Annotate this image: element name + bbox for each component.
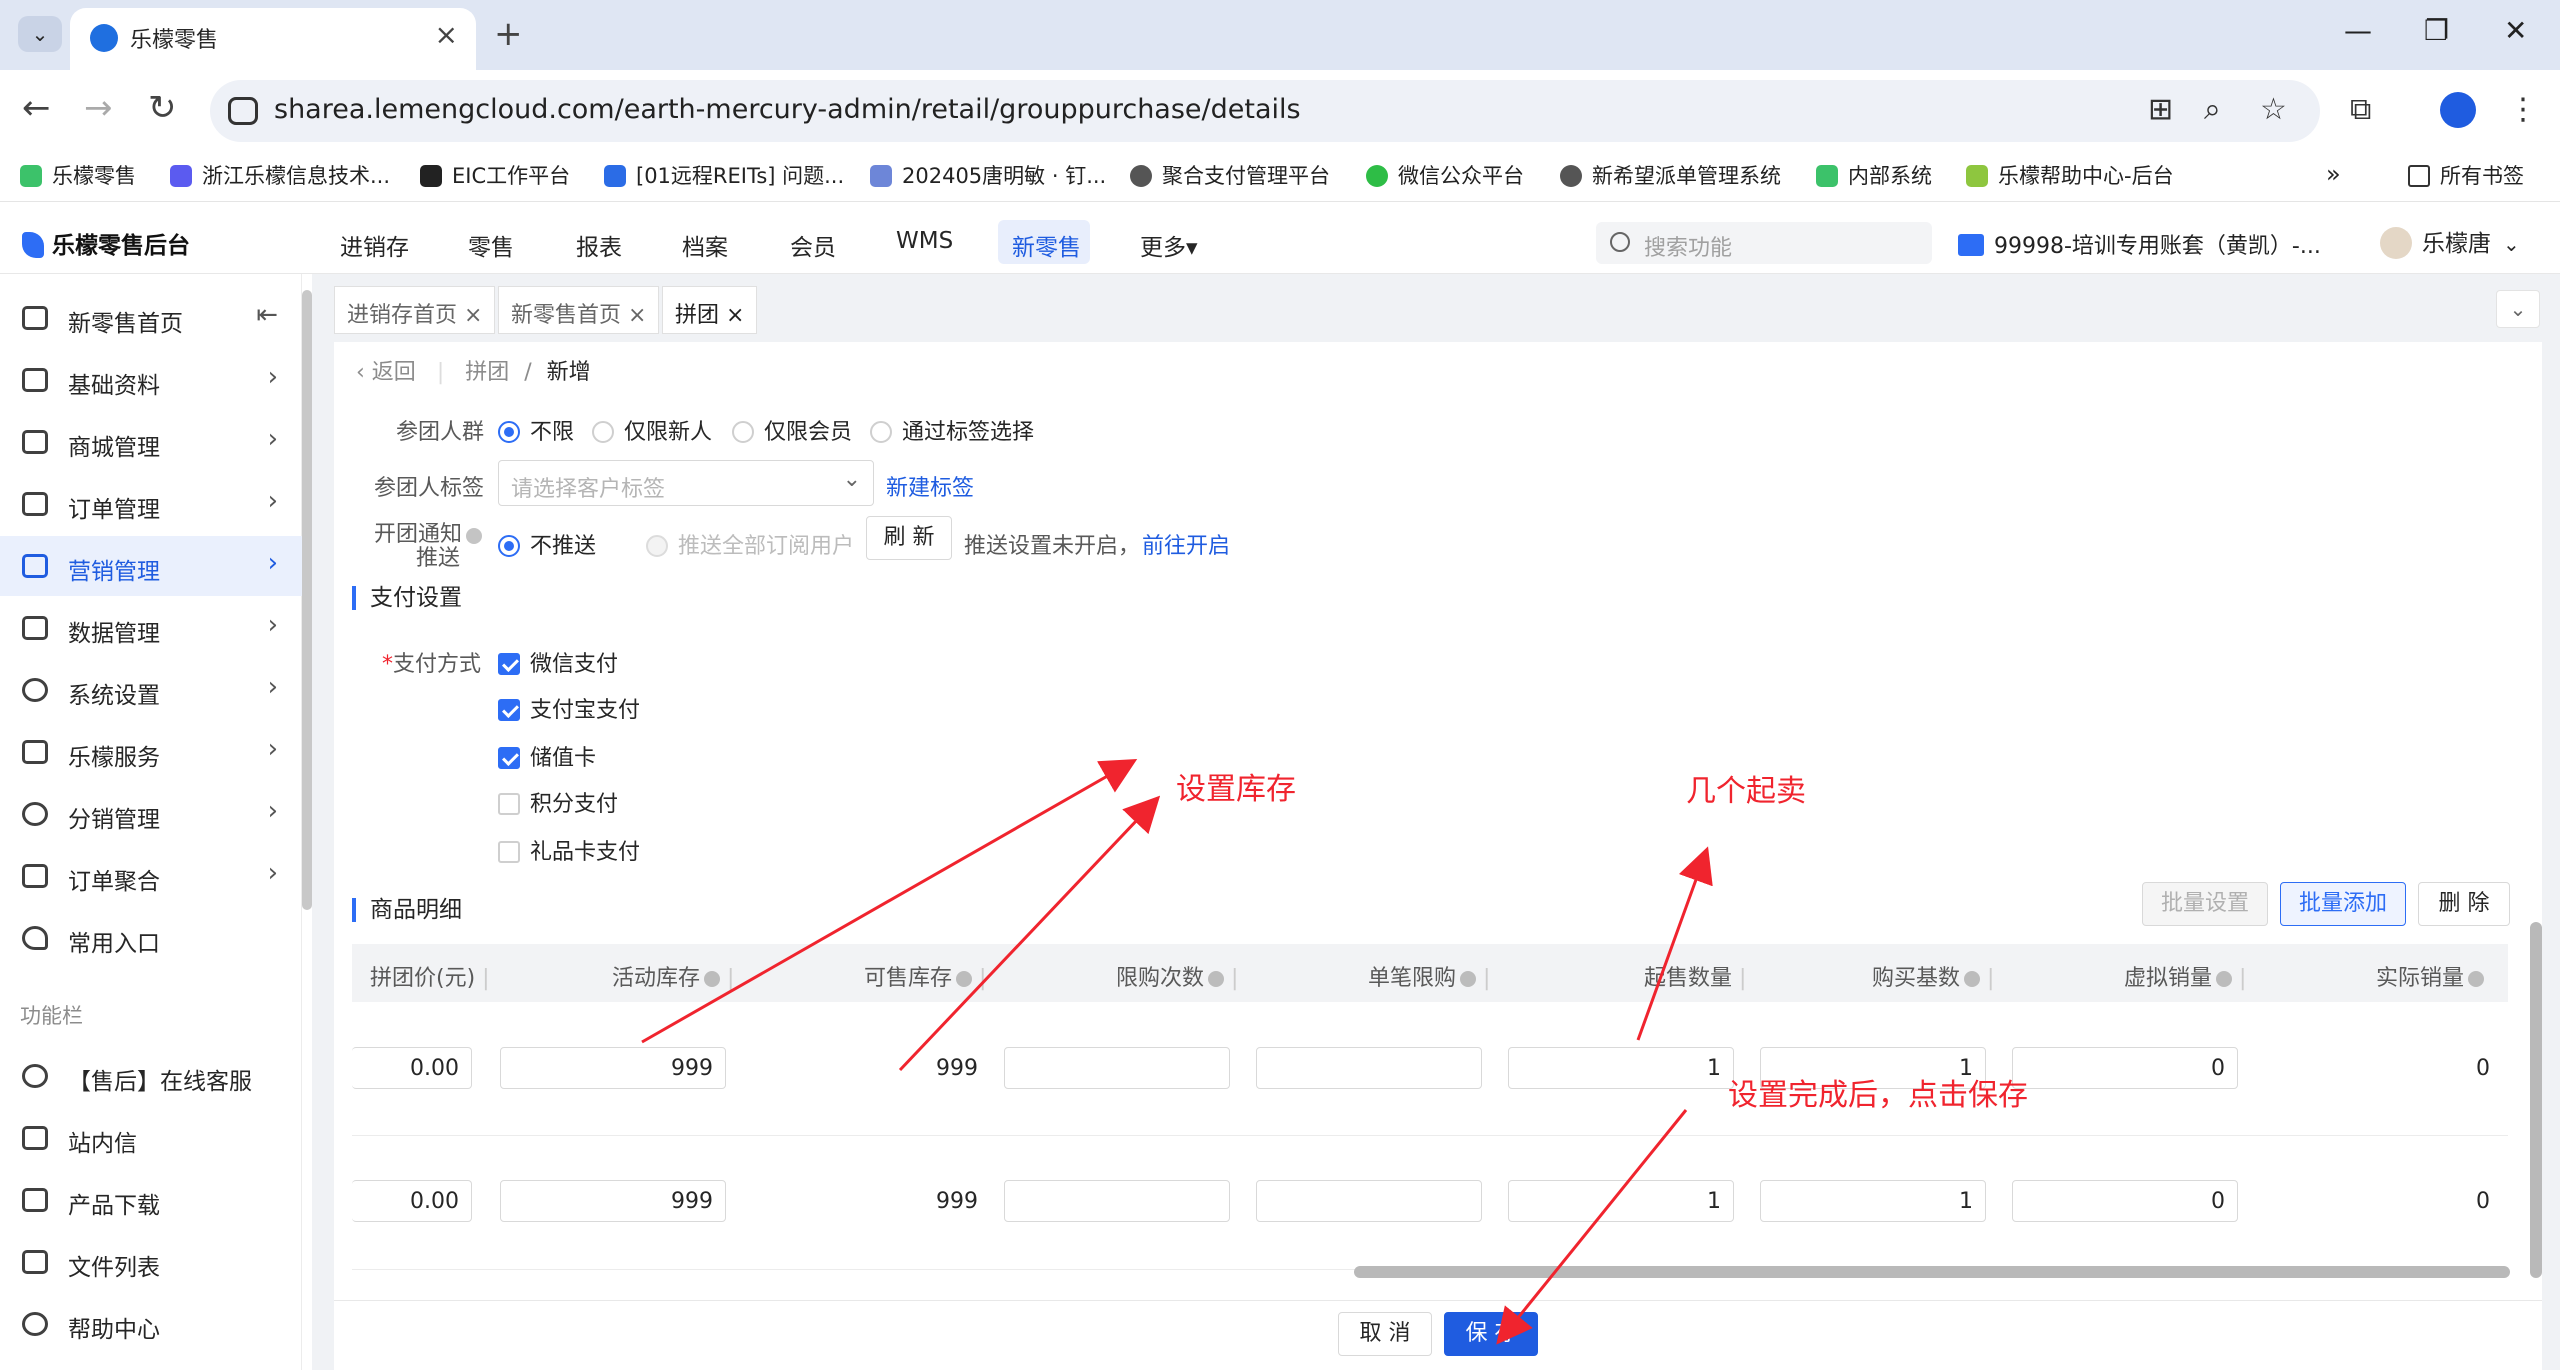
arrow-to-stock-label-2 — [898, 795, 1161, 1072]
annotation-arrows — [641, 759, 1713, 1345]
arrow-to-min-sale — [1636, 846, 1713, 1041]
arrow-to-save-button — [1496, 1109, 1688, 1345]
